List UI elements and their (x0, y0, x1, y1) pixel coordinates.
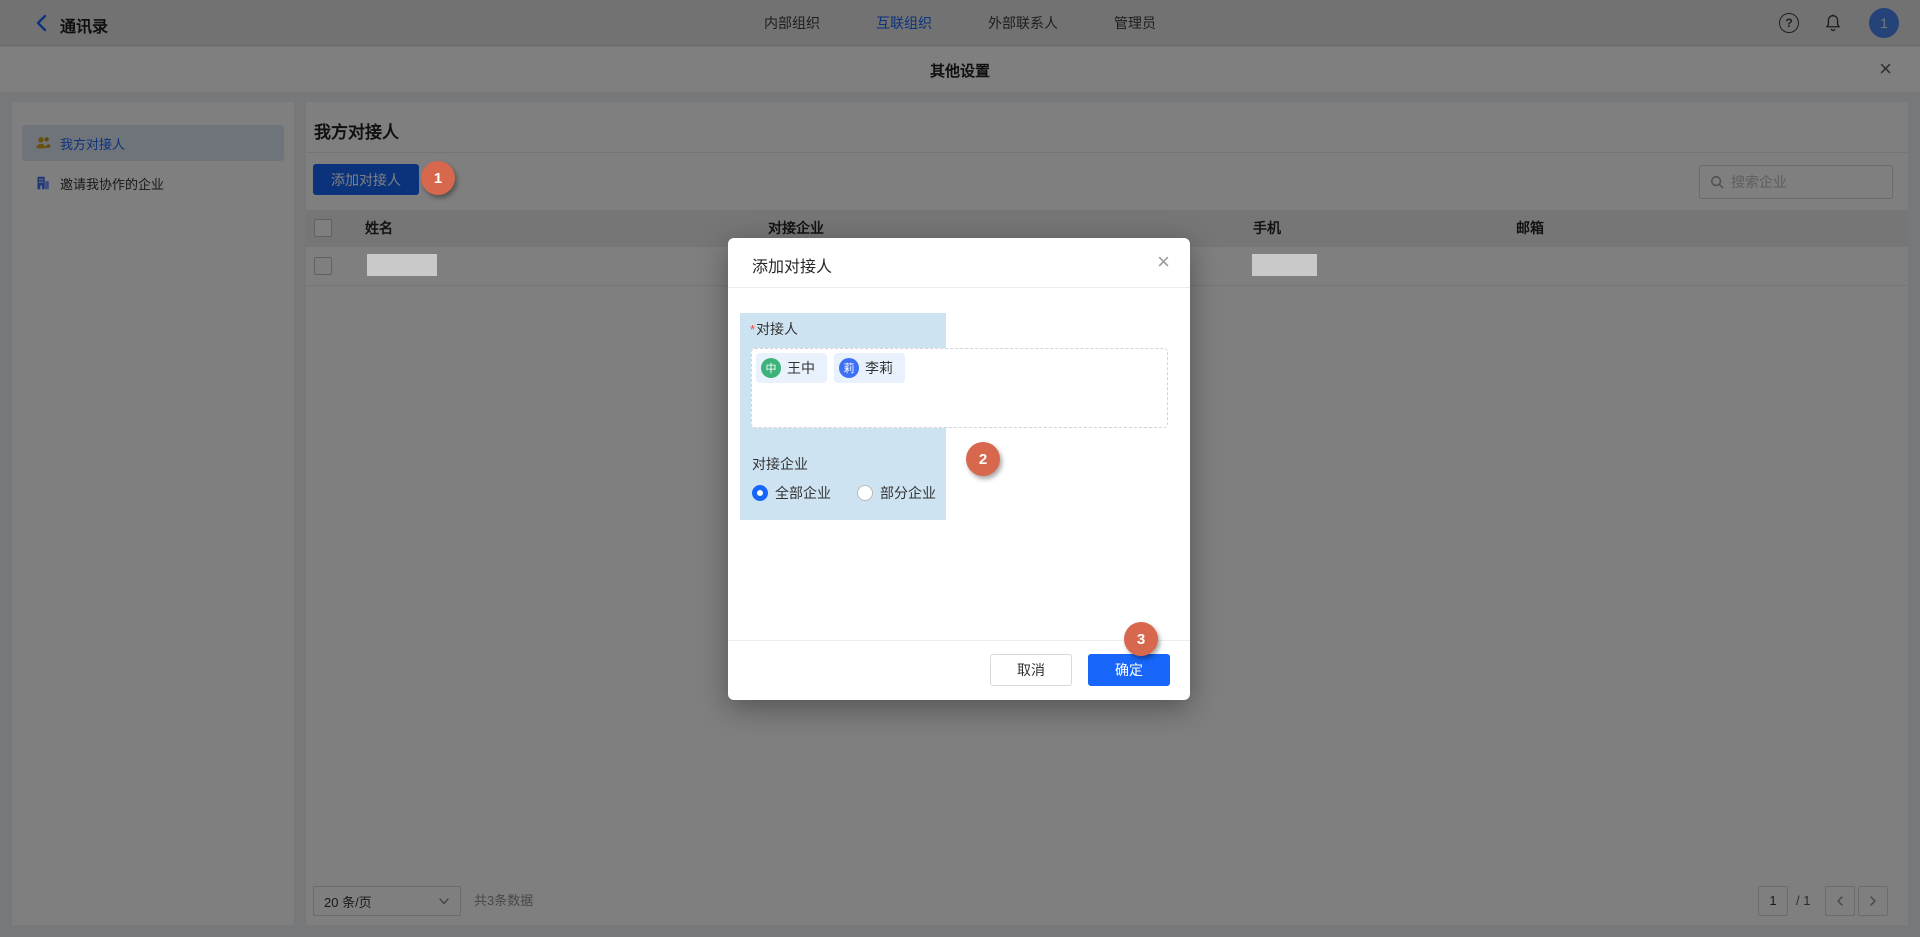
dialog-header: 添加对接人 × (728, 238, 1190, 288)
dialog-footer: 取消 确定 (728, 640, 1190, 700)
contact-avatar: 莉 (839, 358, 859, 378)
company-field-label: 对接企业 (752, 454, 808, 474)
tutorial-step-3-badge: 3 (1124, 622, 1158, 656)
required-asterisk: * (750, 322, 755, 337)
tutorial-step-1-badge: 1 (421, 161, 455, 195)
radio-partial-companies[interactable]: 部分企业 (857, 483, 936, 503)
cancel-button[interactable]: 取消 (990, 654, 1072, 686)
tutorial-step-2-badge: 2 (966, 442, 1000, 476)
radio-selected-icon (752, 485, 768, 501)
radio-all-companies[interactable]: 全部企业 (752, 483, 831, 503)
contact-tag[interactable]: 莉 李莉 (834, 353, 905, 383)
contact-avatar: 中 (761, 358, 781, 378)
company-scope-radio-group: 全部企业 部分企业 (752, 483, 936, 503)
radio-unselected-icon (857, 485, 873, 501)
contact-field-label: *对接人 (750, 319, 798, 339)
dialog-title: 添加对接人 (752, 253, 832, 277)
contact-name: 李莉 (865, 358, 893, 378)
add-contact-dialog: 添加对接人 × *对接人 中 王中 莉 李莉 对接企业 全部企业 部分企业 取消… (728, 238, 1190, 700)
contact-tag[interactable]: 中 王中 (756, 353, 827, 383)
dialog-close-icon[interactable]: × (1157, 248, 1170, 276)
radio-label: 部分企业 (880, 483, 936, 503)
radio-label: 全部企业 (775, 483, 831, 503)
redacted-name-block (367, 254, 437, 276)
contact-picker-field[interactable]: 中 王中 莉 李莉 (751, 348, 1168, 428)
redacted-phone-block (1252, 254, 1317, 276)
contact-name: 王中 (787, 358, 815, 378)
confirm-button[interactable]: 确定 (1088, 654, 1170, 686)
